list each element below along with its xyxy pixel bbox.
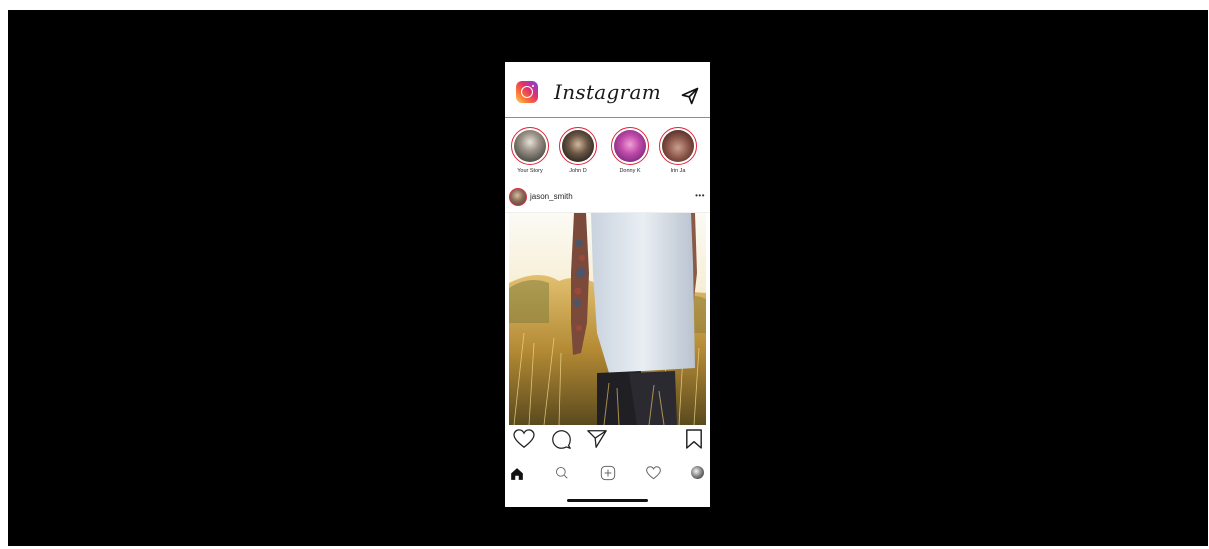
story-ring [611, 127, 649, 165]
story-your-story[interactable]: Your Story [507, 127, 553, 174]
story-avatar [662, 130, 694, 162]
search-icon[interactable] [555, 466, 569, 480]
activity-heart-icon[interactable] [646, 466, 661, 480]
post-username[interactable]: jason_smith [530, 192, 573, 201]
post-author-avatar[interactable] [509, 188, 527, 206]
like-heart-icon[interactable] [513, 429, 535, 449]
direct-message-icon[interactable] [680, 86, 700, 106]
story-john-d[interactable]: John D [555, 127, 601, 174]
post-actions [505, 427, 710, 453]
story-name: Your Story [517, 168, 543, 174]
more-options-icon[interactable]: ••• [695, 191, 705, 200]
profile-avatar-icon[interactable] [691, 466, 704, 479]
comment-bubble-icon[interactable] [551, 429, 572, 450]
post-photo[interactable] [509, 213, 706, 425]
home-indicator [567, 499, 648, 502]
phone-screen: Instagram Your Story John D Donny K Irin… [505, 62, 710, 507]
story-avatar [562, 130, 594, 162]
bottom-tab-bar [505, 460, 710, 488]
home-icon[interactable] [510, 467, 524, 481]
share-plane-icon[interactable] [586, 428, 608, 450]
story-donny-k[interactable]: Donny K [607, 127, 653, 174]
story-name: John D [569, 168, 587, 174]
story-ring [511, 127, 549, 165]
story-name: Donny K [619, 168, 641, 174]
story-name: Irin Ja [670, 168, 686, 174]
story-avatar [614, 130, 646, 162]
story-irin-ja[interactable]: Irin Ja [655, 127, 701, 174]
save-bookmark-icon[interactable] [685, 429, 703, 449]
post-header: jason_smith ••• [505, 185, 710, 213]
stories-tray: Your Story John D Donny K Irin Ja [505, 124, 710, 182]
story-ring [659, 127, 697, 165]
story-ring [559, 127, 597, 165]
story-avatar [514, 130, 546, 162]
new-post-icon[interactable] [600, 465, 616, 481]
top-bar: Instagram [505, 62, 710, 118]
